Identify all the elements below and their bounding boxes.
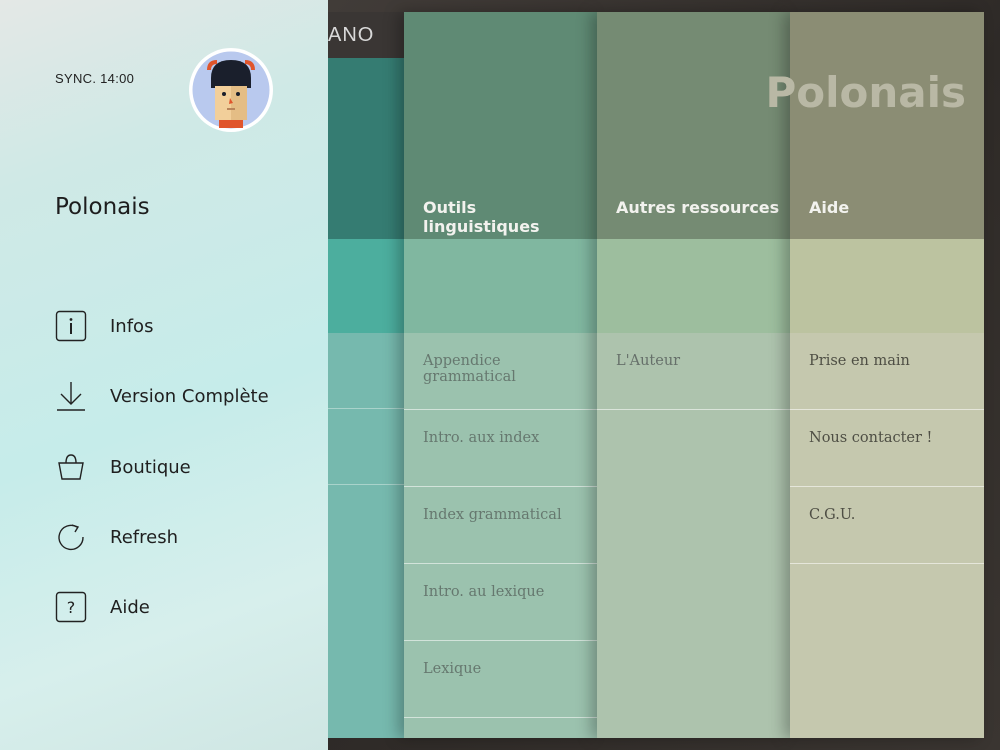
page-title: Polonais	[765, 68, 966, 117]
list-item[interactable]: C.G.U.	[790, 487, 984, 564]
list-item[interactable]	[328, 333, 404, 409]
menu-item-label: Aide	[110, 596, 150, 618]
list-item[interactable]: Nous contacter !	[790, 410, 984, 487]
list-item[interactable]: Intro. aux index	[404, 410, 597, 487]
menu-item-version-complete[interactable]: Version Complète	[55, 378, 315, 414]
menu-item-aide[interactable]: ? Aide	[55, 589, 315, 625]
basket-icon	[55, 451, 87, 483]
info-icon	[55, 310, 87, 342]
list-item[interactable]: Appendice grammatical	[404, 333, 597, 410]
brand-logo: ANO	[328, 23, 375, 46]
side-drawer: SYNC. 14:00 Polonais Infos Version Compl…	[0, 0, 328, 750]
column-outils-linguistiques: Outils linguistiques Appendice grammatic…	[404, 12, 597, 738]
list-item[interactable]: Prise en main	[790, 333, 984, 410]
help-icon: ?	[55, 591, 87, 623]
column-partial	[328, 58, 404, 738]
list-item[interactable]: Intro. au lexique	[404, 564, 597, 641]
download-icon	[55, 380, 87, 412]
list-item[interactable]	[328, 409, 404, 485]
column-autres-ressources: Autres ressources L'Auteur	[597, 12, 790, 738]
list-item[interactable]: Index grammatical	[404, 487, 597, 564]
svg-text:?: ?	[67, 598, 76, 617]
refresh-icon	[55, 521, 87, 553]
list-item[interactable]: L'Auteur	[597, 333, 790, 410]
menu-item-boutique[interactable]: Boutique	[55, 449, 315, 485]
avatar[interactable]	[189, 48, 273, 132]
menu-item-label: Boutique	[110, 456, 191, 478]
menu-item-infos[interactable]: Infos	[55, 308, 315, 344]
column-aide: Polonais Aide Prise en main Nous contact…	[765, 12, 984, 738]
menu-item-label: Version Complète	[110, 385, 269, 407]
menu-item-label: Infos	[110, 315, 154, 337]
menu-item-label: Refresh	[110, 526, 178, 548]
menu-item-refresh[interactable]: Refresh	[55, 519, 315, 555]
sync-status: SYNC. 14:00	[55, 71, 135, 86]
language-title: Polonais	[55, 194, 150, 220]
column-title: Outils linguistiques	[423, 198, 540, 236]
column-title: Autres ressources	[616, 198, 780, 217]
avatar-icon	[189, 48, 273, 132]
list-item[interactable]: Lexique	[404, 641, 597, 718]
column-title: Aide	[809, 198, 850, 217]
